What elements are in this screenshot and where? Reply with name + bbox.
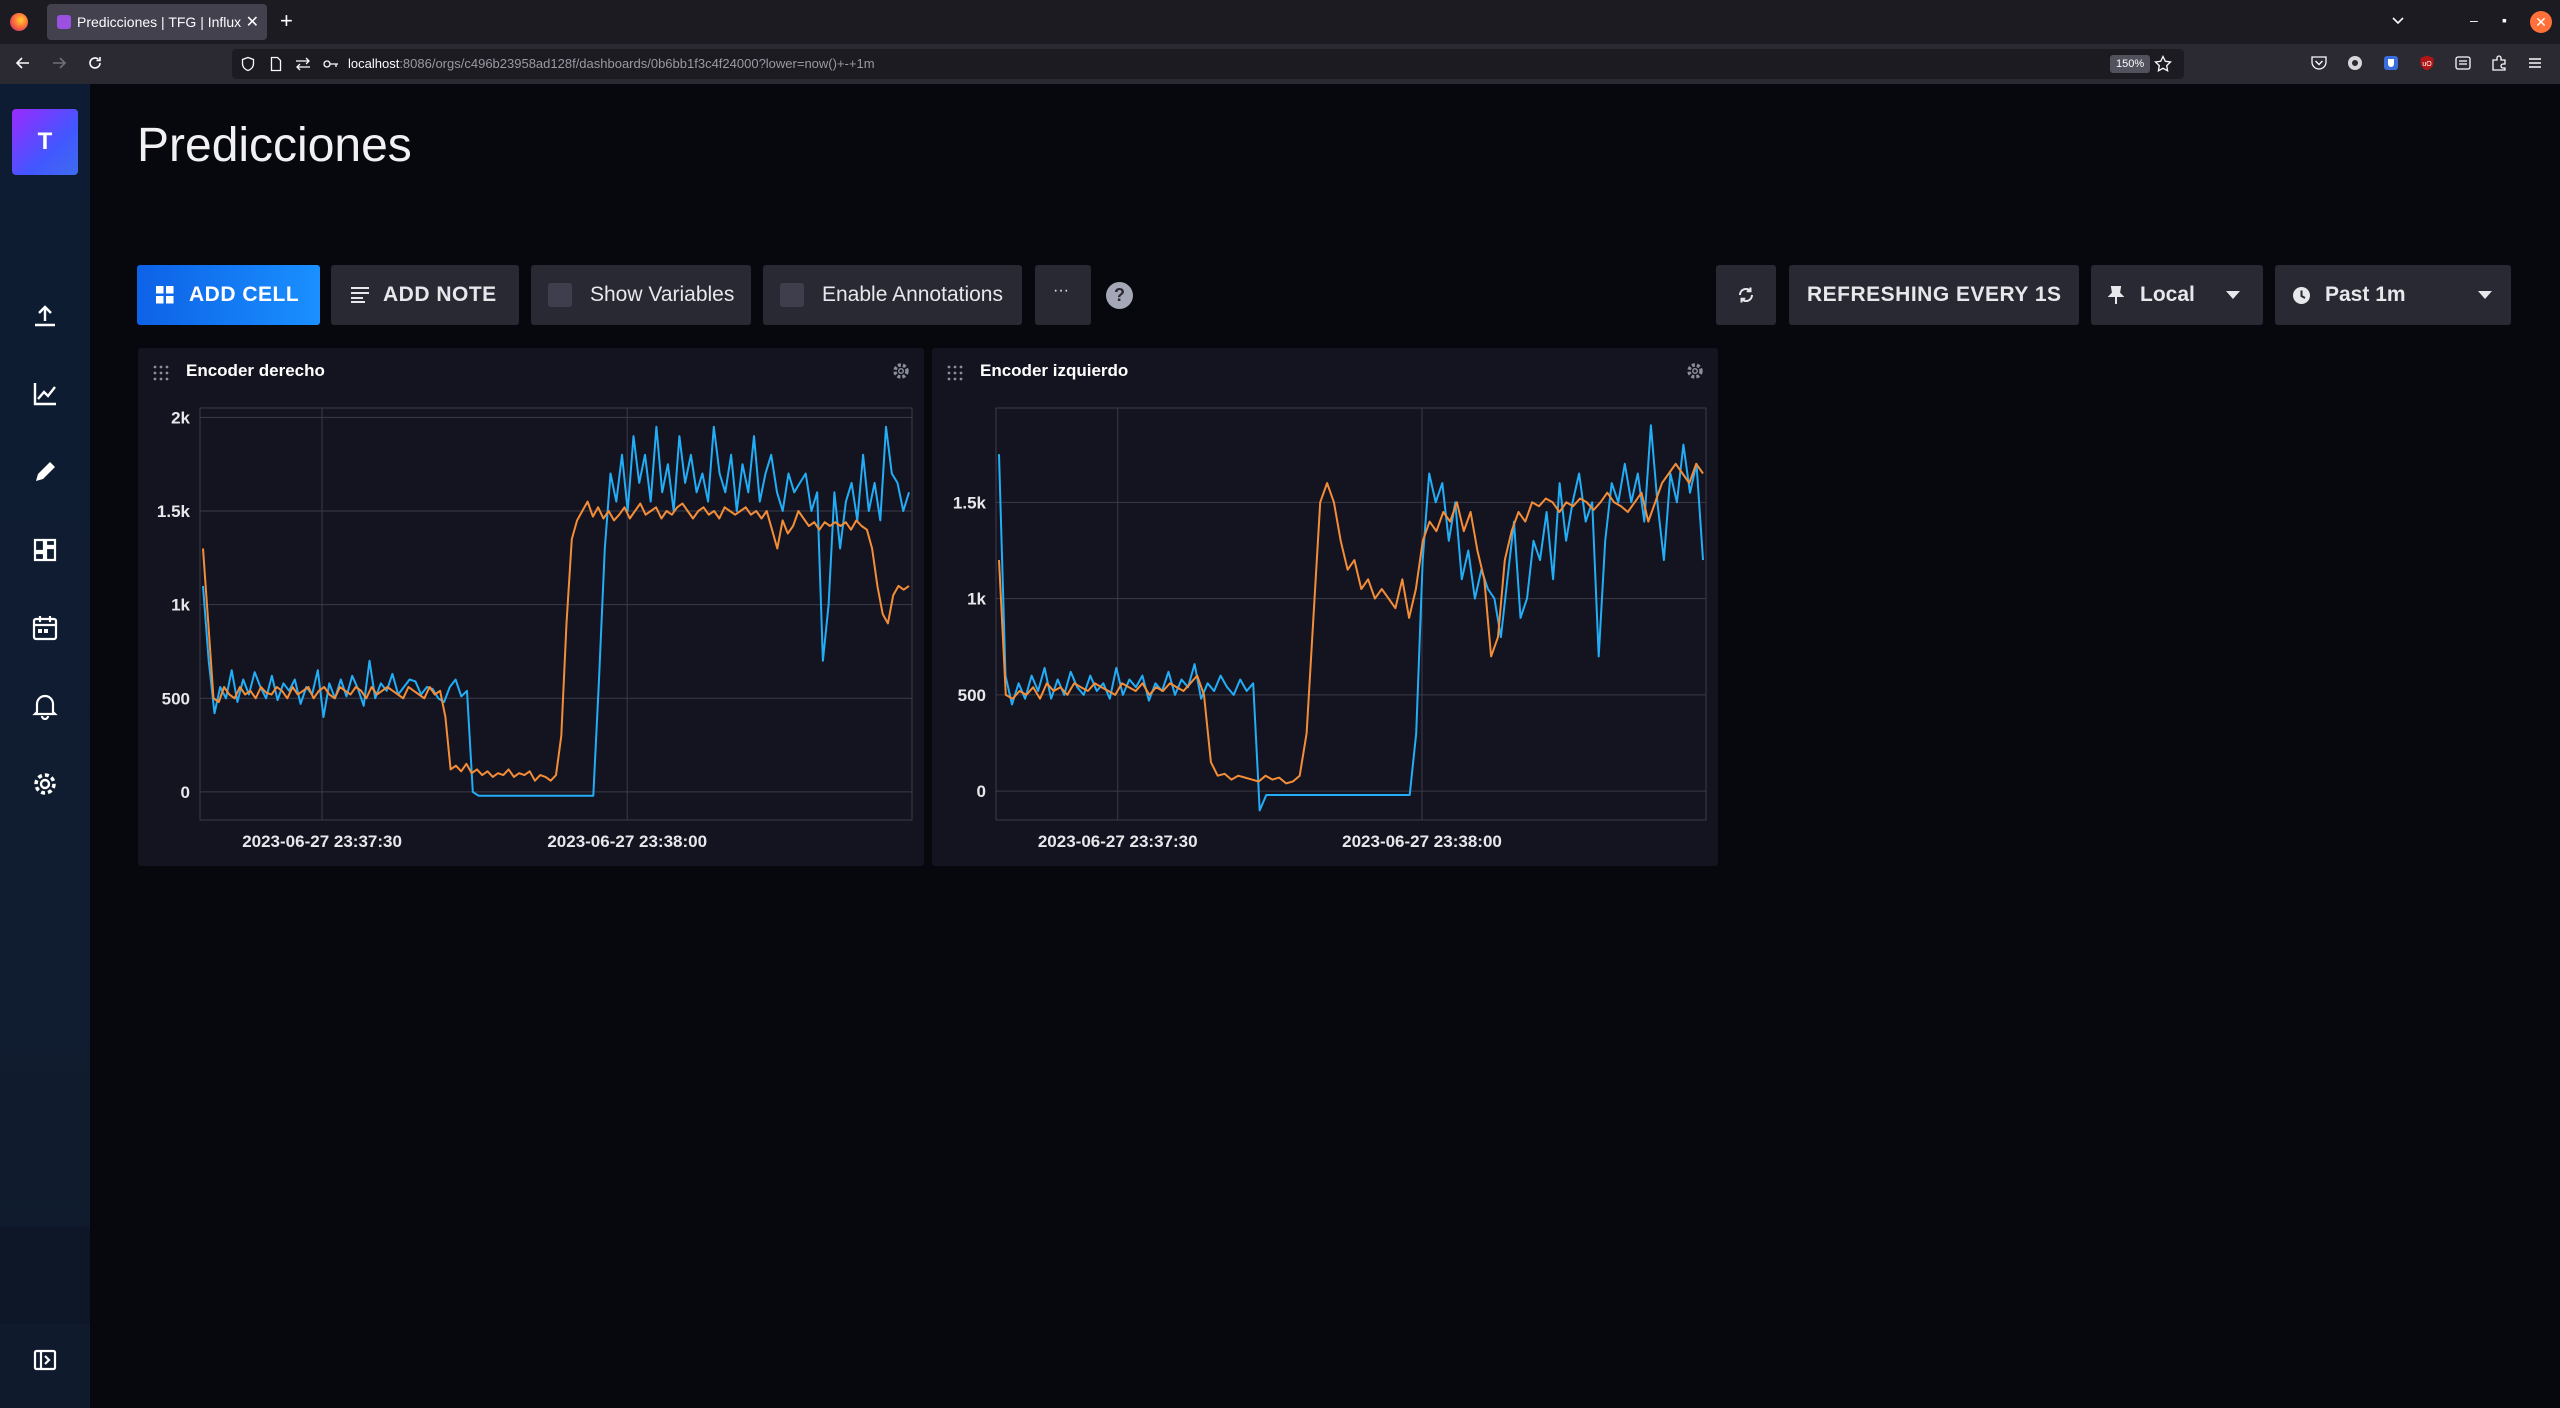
more-options-button[interactable]: ··· — [1035, 265, 1091, 325]
timezone-dropdown[interactable]: Local — [2091, 265, 2263, 325]
y-tick-label: 500 — [162, 689, 190, 708]
extension-circle-icon[interactable] — [2346, 54, 2364, 72]
pocket-icon[interactable] — [2310, 54, 2328, 72]
dashboard-cell[interactable]: 0 500 1k 1.5k 2k 2023-06-27 23:37:30 2023-06-2… — [138, 348, 924, 866]
bitwarden-icon[interactable] — [2382, 54, 2400, 72]
show-variables-label: Show Variables — [590, 283, 735, 306]
plot-frame — [199, 407, 913, 821]
dashboards-icon[interactable] — [31, 536, 59, 564]
plot-frame — [995, 407, 1707, 821]
calendar-icon[interactable] — [31, 614, 59, 642]
add-note-button[interactable]: ADD NOTE — [331, 265, 519, 325]
browser-tab-bar: Predicciones | TFG | InfluxDB ✕ + – ▪ ✕ — [0, 0, 2560, 44]
drag-handle-icon[interactable] — [946, 364, 964, 382]
y-tick-label: 0 — [181, 783, 190, 802]
graph-icon[interactable] — [31, 380, 59, 408]
x-tick-label: 2023-06-27 23:38:00 — [1342, 832, 1502, 851]
tab-title: Predicciones | TFG | InfluxDB — [77, 14, 242, 30]
y-tick-label: 0 — [977, 782, 986, 801]
time-range-dropdown[interactable]: Past 1m — [2275, 265, 2511, 325]
add-note-label: ADD NOTE — [383, 283, 497, 306]
page-icon[interactable] — [268, 56, 284, 72]
cell-settings-gear-icon[interactable] — [892, 362, 910, 380]
cell-title: Encoder izquierdo — [980, 361, 1129, 380]
y-tick-label: 2k — [171, 408, 190, 427]
influxdb-favicon-icon — [57, 15, 71, 29]
cell-settings-gear-icon[interactable] — [1686, 362, 1704, 380]
add-cell-label: ADD CELL — [189, 283, 300, 306]
reader-view-icon[interactable] — [2454, 54, 2472, 72]
forward-icon[interactable] — [50, 54, 68, 72]
y-tick-label: 1.5k — [157, 502, 191, 521]
page-title: Predicciones — [137, 119, 412, 172]
refresh-icon — [1736, 285, 1756, 305]
permissions-icon[interactable] — [294, 56, 312, 72]
browser-tab[interactable]: Predicciones | TFG | InfluxDB ✕ — [47, 4, 267, 40]
time-range-label: Past 1m — [2325, 283, 2406, 306]
url-bar[interactable]: localhost:8086/orgs/c496b23958ad128f/das… — [232, 49, 2184, 79]
autorefresh-label: REFRESHING EVERY 1S — [1807, 283, 2062, 306]
line-chart[interactable]: 0 500 1k 1.5k 2k 2023-06-27 23:37:30 2023-06-2… — [138, 348, 924, 866]
bookmark-star-icon[interactable] — [2154, 55, 2172, 73]
maximize-icon[interactable]: ▪ — [2502, 12, 2507, 28]
tab-list-chevron-icon[interactable] — [2390, 12, 2406, 28]
add-cell-button[interactable]: ADD CELL — [137, 265, 320, 325]
caret-down-icon — [2226, 291, 2240, 300]
enable-annotations-label: Enable Annotations — [822, 283, 1003, 306]
key-icon[interactable] — [322, 56, 340, 72]
back-icon[interactable] — [14, 54, 32, 72]
y-tick-label: 1k — [171, 596, 190, 615]
url-text[interactable]: localhost:8086/orgs/c496b23958ad128f/das… — [348, 56, 875, 71]
series-line-0 — [202, 425, 910, 797]
show-variables-checkbox[interactable] — [548, 283, 572, 307]
series-line-1 — [202, 500, 910, 782]
show-variables-toggle[interactable]: Show Variables — [531, 265, 751, 325]
cell-title: Encoder derecho — [186, 361, 325, 380]
window-close-icon[interactable]: ✕ — [2530, 11, 2552, 33]
drag-handle-icon[interactable] — [152, 364, 170, 382]
caret-down-icon — [2478, 291, 2492, 300]
minimize-icon[interactable]: – — [2470, 12, 2478, 28]
sidebar — [0, 84, 90, 1408]
pin-icon — [2108, 286, 2124, 304]
ublock-icon[interactable]: uO — [2418, 54, 2436, 72]
tab-close-icon[interactable]: ✕ — [246, 12, 259, 32]
x-tick-label: 2023-06-27 23:37:30 — [242, 832, 402, 851]
enable-annotations-toggle[interactable]: Enable Annotations — [763, 265, 1022, 325]
bell-icon[interactable] — [31, 692, 59, 720]
dashboard-cell[interactable]: 0 500 1k 1.5k 2023-06-27 23:37:30 2023-06-27 … — [932, 348, 1718, 866]
ellipsis-icon: ··· — [1053, 282, 1069, 299]
svg-text:uO: uO — [2422, 61, 2432, 68]
clock-icon — [2292, 286, 2311, 305]
y-tick-label: 1k — [967, 590, 986, 609]
sidebar-collapse-area — [0, 1227, 90, 1324]
autorefresh-dropdown[interactable]: REFRESHING EVERY 1S — [1789, 265, 2079, 325]
new-tab-icon[interactable]: + — [280, 8, 293, 34]
series-line-0 — [998, 424, 1704, 812]
y-tick-label: 500 — [958, 686, 986, 705]
x-tick-label: 2023-06-27 23:37:30 — [1038, 832, 1198, 851]
pencil-icon[interactable] — [31, 458, 59, 486]
menu-hamburger-icon[interactable] — [2526, 54, 2544, 72]
x-tick-label: 2023-06-27 23:38:00 — [547, 832, 707, 851]
zoom-level-badge[interactable]: 150% — [2110, 55, 2151, 73]
line-chart[interactable]: 0 500 1k 1.5k 2023-06-27 23:37:30 2023-06-27 … — [932, 348, 1718, 866]
shield-icon[interactable] — [240, 56, 256, 72]
timezone-label: Local — [2140, 283, 2195, 306]
y-tick-label: 1.5k — [953, 493, 987, 512]
collapse-icon[interactable] — [31, 1346, 59, 1374]
browser-nav-bar: localhost:8086/orgs/c496b23958ad128f/das… — [0, 44, 2560, 84]
org-avatar[interactable]: T — [12, 109, 78, 175]
grid-icon — [156, 286, 174, 304]
text-lines-icon — [351, 287, 369, 303]
extensions-puzzle-icon[interactable] — [2490, 54, 2508, 72]
reload-icon[interactable] — [86, 54, 104, 72]
manual-refresh-button[interactable] — [1716, 265, 1776, 325]
settings-icon[interactable] — [31, 770, 59, 798]
upload-icon[interactable] — [31, 302, 59, 330]
firefox-icon[interactable] — [10, 13, 28, 31]
help-question-icon[interactable]: ? — [1106, 282, 1133, 309]
enable-annotations-checkbox[interactable] — [780, 283, 804, 307]
